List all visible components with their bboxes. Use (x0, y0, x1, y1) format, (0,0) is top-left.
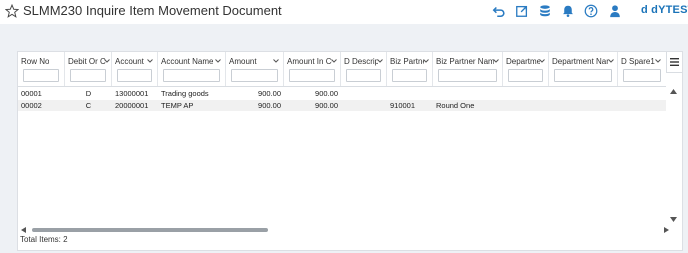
cell-biz-partner: 910001 (390, 101, 416, 110)
column-header-account-name[interactable]: Account Name (158, 52, 226, 86)
total-items: Total Items: 2 (20, 235, 68, 244)
table-row[interactable]: 00001 D 13000001 Trading goods 900.00 90… (18, 88, 666, 99)
page-title: SLMM230 Inquire Item Movement Document (23, 3, 282, 18)
vertical-scrollbar[interactable] (666, 86, 681, 225)
column-label: D Descripti... (344, 57, 378, 66)
cell-department-name (549, 88, 618, 99)
column-label: Amount In Co... (287, 57, 332, 66)
column-header-debit-or-credit[interactable]: Debit Or C... (65, 52, 112, 86)
column-header-biz-partner[interactable]: Biz Partne... (387, 52, 433, 86)
scroll-down-icon[interactable] (670, 217, 677, 222)
chevron-down-icon[interactable] (331, 59, 337, 63)
cell-debit-or-credit: D (85, 89, 92, 98)
data-grid-panel: Row No Debit Or C... Account Account Nam… (17, 51, 683, 251)
column-header-d-spare1[interactable]: D Spare1... (618, 52, 666, 86)
filter-input-department[interactable] (508, 69, 543, 82)
chevron-down-icon[interactable] (147, 59, 153, 63)
table-row[interactable]: 00002 C 20000001 TEMP AP 900.00 900.00 9… (18, 100, 666, 111)
cell-account-name: Trading goods (161, 89, 209, 98)
database-icon[interactable] (538, 4, 552, 18)
data-grid: Row No Debit Or C... Account Account Nam… (18, 52, 666, 225)
cell-account-name: TEMP AP (161, 101, 194, 110)
cell-amount: 900.00 (258, 89, 281, 98)
column-header-account[interactable]: Account (112, 52, 158, 86)
column-label: Biz Partne... (390, 57, 424, 66)
chevron-down-icon[interactable] (104, 59, 110, 63)
chevron-down-icon[interactable] (423, 59, 429, 63)
cell-biz-partner (387, 88, 433, 99)
chevron-down-icon[interactable] (493, 59, 499, 63)
column-label: Amount (229, 57, 257, 66)
column-label: Row No (21, 57, 50, 66)
chevron-down-icon[interactable] (539, 59, 545, 63)
filter-input-amount[interactable] (231, 69, 278, 82)
chevron-down-icon[interactable] (608, 59, 614, 63)
scroll-left-icon[interactable] (21, 227, 26, 233)
cell-row-no: 00002 (21, 101, 42, 110)
grid-header: Row No Debit Or C... Account Account Nam… (18, 52, 666, 87)
cell-d-spare1 (618, 100, 666, 111)
cell-department (503, 100, 549, 111)
column-header-d-description[interactable]: D Descripti... (341, 52, 387, 86)
filter-input-d-spare1[interactable] (623, 69, 661, 82)
header-bar: SLMM230 Inquire Item Movement Document d… (0, 0, 688, 24)
scroll-right-icon[interactable] (664, 227, 669, 233)
column-label: Departme... (506, 57, 540, 66)
cell-amount: 900.00 (258, 101, 281, 110)
cell-amount-in-co: 900.00 (315, 89, 338, 98)
scroll-up-icon[interactable] (670, 89, 677, 94)
undo-icon[interactable] (492, 4, 506, 18)
column-label: Department Nam... (552, 57, 609, 66)
filter-input-department-name[interactable] (554, 69, 612, 82)
help-icon[interactable] (584, 4, 598, 18)
filter-input-d-description[interactable] (346, 69, 381, 82)
filter-input-amount-in-co[interactable] (289, 69, 335, 82)
filter-input-debit-or-credit[interactable] (70, 69, 106, 82)
column-label: Biz Partner Name... (436, 57, 494, 66)
cell-department-name (549, 100, 618, 111)
cell-amount-in-co: 900.00 (315, 101, 338, 110)
column-label: D Spare1... (621, 57, 655, 66)
chevron-down-icon[interactable] (377, 59, 383, 63)
open-new-icon[interactable] (515, 4, 529, 18)
cell-debit-or-credit: C (85, 101, 92, 110)
filter-input-biz-partner-name[interactable] (438, 69, 497, 82)
horizontal-scrollbar[interactable] (18, 225, 669, 235)
column-header-row-no[interactable]: Row No (18, 52, 65, 86)
column-header-amount-in-co[interactable]: Amount In Co... (284, 52, 341, 86)
scroll-thumb[interactable] (32, 228, 268, 232)
cell-account: 13000001 (115, 89, 149, 98)
cell-department (503, 88, 549, 99)
filter-input-biz-partner[interactable] (392, 69, 427, 82)
column-header-amount[interactable]: Amount (226, 52, 284, 86)
chevron-down-icon[interactable] (215, 59, 221, 63)
column-label: Account Name (161, 57, 214, 66)
column-header-department[interactable]: Departme... (503, 52, 549, 86)
chevron-down-icon[interactable] (655, 59, 661, 63)
bell-icon[interactable] (561, 4, 575, 18)
column-menu-button[interactable] (666, 52, 682, 73)
cell-d-description (341, 100, 387, 111)
cell-biz-partner-name (433, 88, 503, 99)
cell-d-description (341, 88, 387, 99)
cell-d-spare1 (618, 88, 666, 99)
filter-input-account[interactable] (117, 69, 152, 82)
filter-input-account-name[interactable] (163, 69, 220, 82)
user-name[interactable]: d dYTEST (641, 4, 688, 16)
chevron-down-icon[interactable] (273, 59, 279, 63)
filter-input-row-no[interactable] (23, 69, 59, 82)
user-icon[interactable] (608, 4, 622, 18)
cell-account: 20000001 (115, 101, 149, 110)
column-label: Account (115, 57, 144, 66)
column-header-biz-partner-name[interactable]: Biz Partner Name... (433, 52, 503, 86)
column-label: Debit Or C... (68, 57, 106, 66)
column-header-department-name[interactable]: Department Nam... (549, 52, 618, 86)
cell-biz-partner-name: Round One (436, 101, 475, 110)
cell-row-no: 00001 (21, 89, 42, 98)
star-icon[interactable] (5, 4, 19, 18)
menu-icon (670, 58, 679, 66)
